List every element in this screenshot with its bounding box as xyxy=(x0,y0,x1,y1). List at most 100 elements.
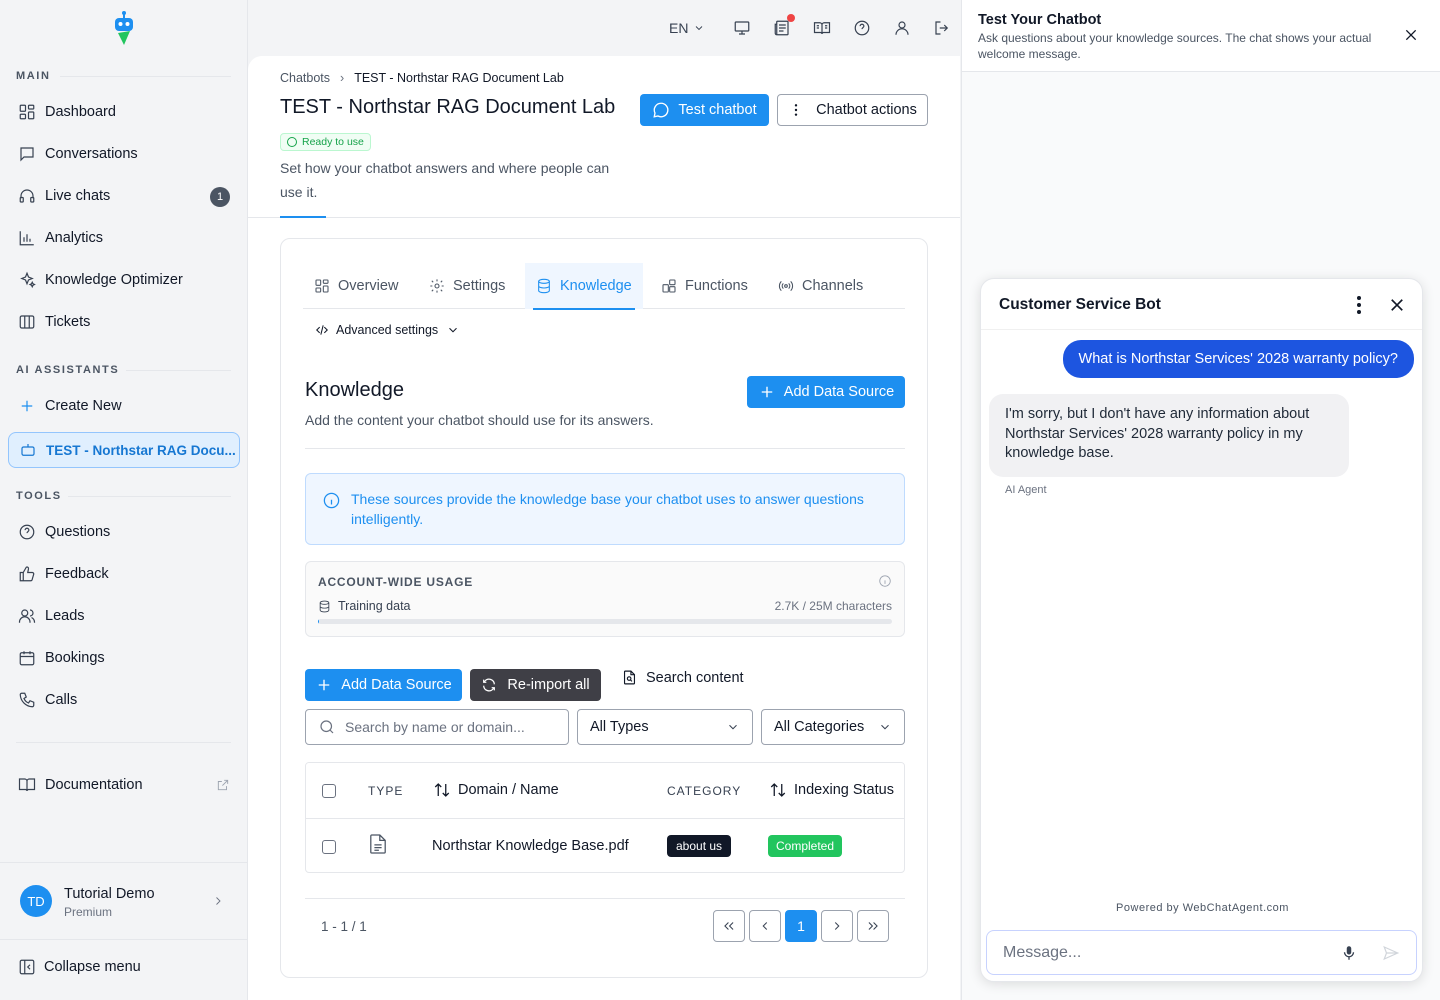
plus-icon xyxy=(761,386,773,398)
live-chats-count-badge: 1 xyxy=(210,187,230,207)
monitor-icon[interactable] xyxy=(733,19,751,37)
select-all-checkbox[interactable] xyxy=(322,784,336,798)
sidebar-item-calls[interactable]: Calls xyxy=(8,683,240,717)
sidebar-item-live-chats[interactable]: Live chats 1 xyxy=(8,179,240,213)
widget-close-button[interactable] xyxy=(1388,296,1406,314)
mic-button[interactable] xyxy=(1340,944,1358,962)
search-input[interactable] xyxy=(345,719,555,735)
powered-by[interactable]: Powered by WebChatAgent.com xyxy=(981,902,1422,914)
divider xyxy=(305,448,905,449)
row-checkbox[interactable] xyxy=(322,840,336,854)
tab-functions[interactable]: Functions xyxy=(650,263,759,309)
help-icon[interactable] xyxy=(853,19,871,37)
tab-label: Channels xyxy=(802,278,864,294)
sidebar-item-create-new[interactable]: Create New xyxy=(8,389,240,423)
pagination-range: 1 - 1 / 1 xyxy=(321,919,367,934)
chevron-down-icon xyxy=(449,327,458,333)
usage-progress-bar xyxy=(318,619,892,624)
column-header-status[interactable]: Indexing Status xyxy=(769,781,894,799)
book-open-icon[interactable] xyxy=(813,19,831,37)
column-header-name-label: Domain / Name xyxy=(458,782,559,798)
chevron-down-icon xyxy=(696,26,703,31)
category-filter-select[interactable]: All Categories xyxy=(761,709,905,745)
news-notifications-icon[interactable] xyxy=(773,14,795,37)
usage-label: Training data xyxy=(338,599,411,613)
bot-icon xyxy=(19,441,37,459)
prev-page-button[interactable] xyxy=(749,910,781,942)
chat-widget-title: Customer Service Bot xyxy=(999,296,1161,313)
send-button[interactable] xyxy=(1382,944,1400,962)
tab-knowledge[interactable]: Knowledge xyxy=(525,263,643,310)
row-name[interactable]: Northstar Knowledge Base.pdf xyxy=(432,838,629,854)
user-menu[interactable]: TD Tutorial Demo Premium xyxy=(0,862,248,940)
calendar-icon xyxy=(18,649,36,667)
grid-icon xyxy=(315,279,329,293)
add-data-source-button-secondary[interactable]: Add Data Source xyxy=(305,669,462,701)
sidebar-item-knowledge-optimizer[interactable]: Knowledge Optimizer xyxy=(8,263,240,297)
sidebar-item-documentation[interactable]: Documentation xyxy=(8,768,240,802)
microphone-icon xyxy=(1343,946,1355,960)
sidebar-item-questions[interactable]: Questions xyxy=(8,515,240,549)
sidebar-item-dashboard[interactable]: Dashboard xyxy=(8,95,240,129)
search-input-wrapper xyxy=(305,709,569,745)
next-page-button[interactable] xyxy=(821,910,853,942)
type-filter-value: All Types xyxy=(590,719,649,735)
breadcrumb-chatbots-link[interactable]: Chatbots xyxy=(280,71,330,85)
chevrons-left-icon xyxy=(724,922,734,930)
avatar: TD xyxy=(20,885,52,917)
first-page-button[interactable] xyxy=(713,910,745,942)
sidebar: MAIN Dashboard Conversations Live chats … xyxy=(0,0,248,1000)
search-content-label: Search content xyxy=(646,669,744,686)
language-selector[interactable]: EN xyxy=(669,20,705,36)
tab-overview[interactable]: Overview xyxy=(303,263,409,309)
message-input[interactable] xyxy=(1003,942,1323,964)
bot-message-author: AI Agent xyxy=(1005,484,1047,496)
add-data-source-button[interactable]: Add Data Source xyxy=(747,376,905,408)
chevron-down-icon xyxy=(729,724,737,730)
user-icon[interactable] xyxy=(893,19,911,37)
column-header-status-label: Indexing Status xyxy=(794,782,894,798)
last-page-button[interactable] xyxy=(857,910,889,942)
sidebar-item-analytics[interactable]: Analytics xyxy=(8,221,240,255)
info-icon[interactable] xyxy=(878,574,892,588)
close-icon xyxy=(1391,299,1403,311)
chevron-right-icon xyxy=(834,922,840,930)
chatbot-actions-button[interactable]: Chatbot actions xyxy=(777,94,928,126)
collapse-menu-button[interactable]: Collapse menu xyxy=(18,958,141,976)
sidebar-item-tickets[interactable]: Tickets xyxy=(8,305,240,339)
type-filter-select[interactable]: All Types xyxy=(577,709,753,745)
sidebar-item-label: Create New xyxy=(45,398,122,414)
reimport-all-button[interactable]: Re-import all xyxy=(470,669,601,701)
usage-title: ACCOUNT-WIDE USAGE xyxy=(318,575,474,589)
document-icon xyxy=(369,834,387,854)
row-status: Completed xyxy=(768,835,843,857)
column-header-category: CATEGORY xyxy=(667,784,742,798)
search-content-button[interactable]: Search content xyxy=(621,669,744,686)
database-icon xyxy=(538,278,550,294)
row-category: about us xyxy=(667,835,732,857)
sidebar-item-bookings[interactable]: Bookings xyxy=(8,641,240,675)
logout-icon[interactable] xyxy=(933,19,951,37)
info-text: These sources provide the knowledge base… xyxy=(351,491,864,527)
phone-icon xyxy=(18,691,36,709)
sidebar-item-current-chatbot[interactable]: TEST - Northstar RAG Docu... xyxy=(8,432,240,468)
column-header-name[interactable]: Domain / Name xyxy=(433,781,559,799)
sidebar-item-feedback[interactable]: Feedback xyxy=(8,557,240,591)
test-panel-title: Test Your Chatbot xyxy=(978,12,1102,28)
close-panel-button[interactable] xyxy=(1403,27,1419,43)
breadcrumb-current: TEST - Northstar RAG Document Lab xyxy=(354,71,564,85)
status-badge: Ready to use xyxy=(280,133,371,151)
broadcast-icon xyxy=(778,280,794,292)
test-panel-subtitle: Ask questions about your knowledge sourc… xyxy=(978,31,1372,61)
sidebar-item-conversations[interactable]: Conversations xyxy=(8,137,240,171)
page-1-button[interactable]: 1 xyxy=(785,910,817,942)
sidebar-item-leads[interactable]: Leads xyxy=(8,599,240,633)
robot-logo-icon[interactable] xyxy=(110,10,138,46)
tab-settings[interactable]: Settings xyxy=(418,263,516,309)
chat-widget: Customer Service Bot What is Northstar S… xyxy=(980,278,1423,982)
advanced-settings-toggle[interactable]: Advanced settings xyxy=(315,323,460,337)
test-chatbot-button[interactable]: Test chatbot xyxy=(640,94,769,126)
tab-channels[interactable]: Channels xyxy=(767,263,874,309)
widget-menu-button[interactable] xyxy=(1350,295,1368,315)
add-data-source-label: Add Data Source xyxy=(341,677,452,693)
